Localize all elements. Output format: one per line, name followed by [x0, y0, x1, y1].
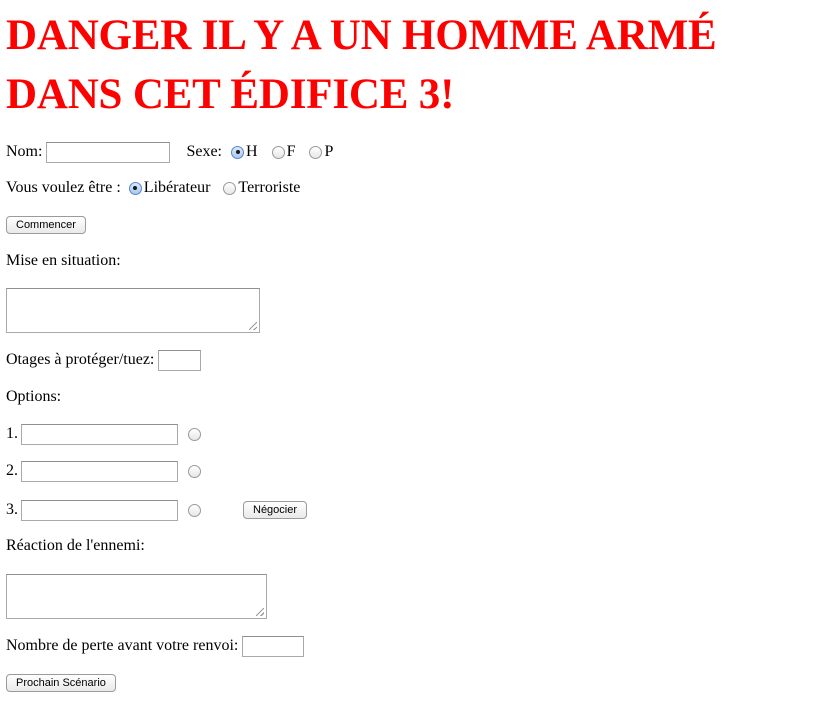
page-title: DANGER IL Y A UN HOMME ARMÉ DANS CET ÉDI… — [6, 12, 717, 118]
role-option-liberateur-label: Libérateur — [143, 179, 211, 196]
option-row-3: 3. Négocier — [6, 498, 308, 522]
resize-grip-icon[interactable] — [249, 322, 257, 330]
situation-label-row: Mise en situation: — [6, 249, 121, 273]
hostages-label: Otages à protéger/tuez: — [6, 351, 155, 368]
option-3-input[interactable] — [21, 499, 178, 521]
situation-label: Mise en situation: — [6, 252, 121, 269]
option-row-1: 1. — [6, 422, 201, 446]
start-button[interactable]: Commencer — [6, 216, 86, 234]
sex-option-f-label: F — [286, 143, 296, 160]
losses-label: Nombre de perte avant votre renvoi: — [6, 637, 239, 654]
hostages-input[interactable] — [158, 349, 202, 371]
hostages-row: Otages à protéger/tuez: — [6, 348, 202, 372]
sex-option-h-label: H — [246, 143, 258, 160]
role-radio-terroriste[interactable] — [223, 181, 237, 195]
sex-radio-f[interactable] — [271, 145, 285, 159]
options-label: Options: — [6, 388, 62, 405]
role-radio-liberateur[interactable] — [128, 181, 142, 195]
start-row: Commencer — [6, 213, 86, 237]
option-3-number: 3. — [6, 501, 18, 518]
role-label: Vous voulez être : — [6, 179, 121, 196]
enemy-reaction-label: Réaction de l'ennemi: — [6, 537, 145, 554]
enemy-reaction-label-row: Réaction de l'ennemi: — [6, 534, 145, 558]
name-label: Nom: — [6, 143, 43, 160]
option-2-radio[interactable] — [188, 464, 201, 478]
name-input[interactable] — [46, 141, 171, 163]
sex-radio-h[interactable] — [231, 145, 244, 159]
sex-option-p-label: P — [324, 143, 334, 160]
next-scenario-button[interactable]: Prochain Scénario — [6, 674, 116, 692]
resize-grip-icon[interactable] — [256, 608, 264, 616]
role-row: Vous voulez être : Libérateur Terroriste — [6, 176, 300, 200]
situation-textarea[interactable] — [6, 288, 260, 333]
losses-input[interactable] — [242, 635, 305, 657]
negotiate-button[interactable]: Négocier — [243, 501, 308, 519]
option-1-input[interactable] — [21, 423, 178, 445]
sex-label: Sexe: — [186, 143, 222, 160]
enemy-reaction-textarea[interactable] — [6, 574, 267, 619]
identity-row: Nom: Sexe: H F P — [6, 140, 333, 164]
option-1-number: 1. — [6, 425, 18, 442]
option-2-number: 2. — [6, 462, 18, 479]
options-label-row: Options: — [6, 385, 61, 409]
option-row-2: 2. — [6, 459, 201, 483]
option-1-radio[interactable] — [188, 427, 201, 441]
sex-radio-p[interactable] — [309, 145, 323, 159]
losses-row: Nombre de perte avant votre renvoi: — [6, 634, 305, 658]
next-row: Prochain Scénario — [6, 671, 116, 695]
option-2-input[interactable] — [21, 460, 178, 482]
option-3-radio[interactable] — [188, 503, 201, 517]
role-option-terroriste-label: Terroriste — [238, 179, 301, 196]
